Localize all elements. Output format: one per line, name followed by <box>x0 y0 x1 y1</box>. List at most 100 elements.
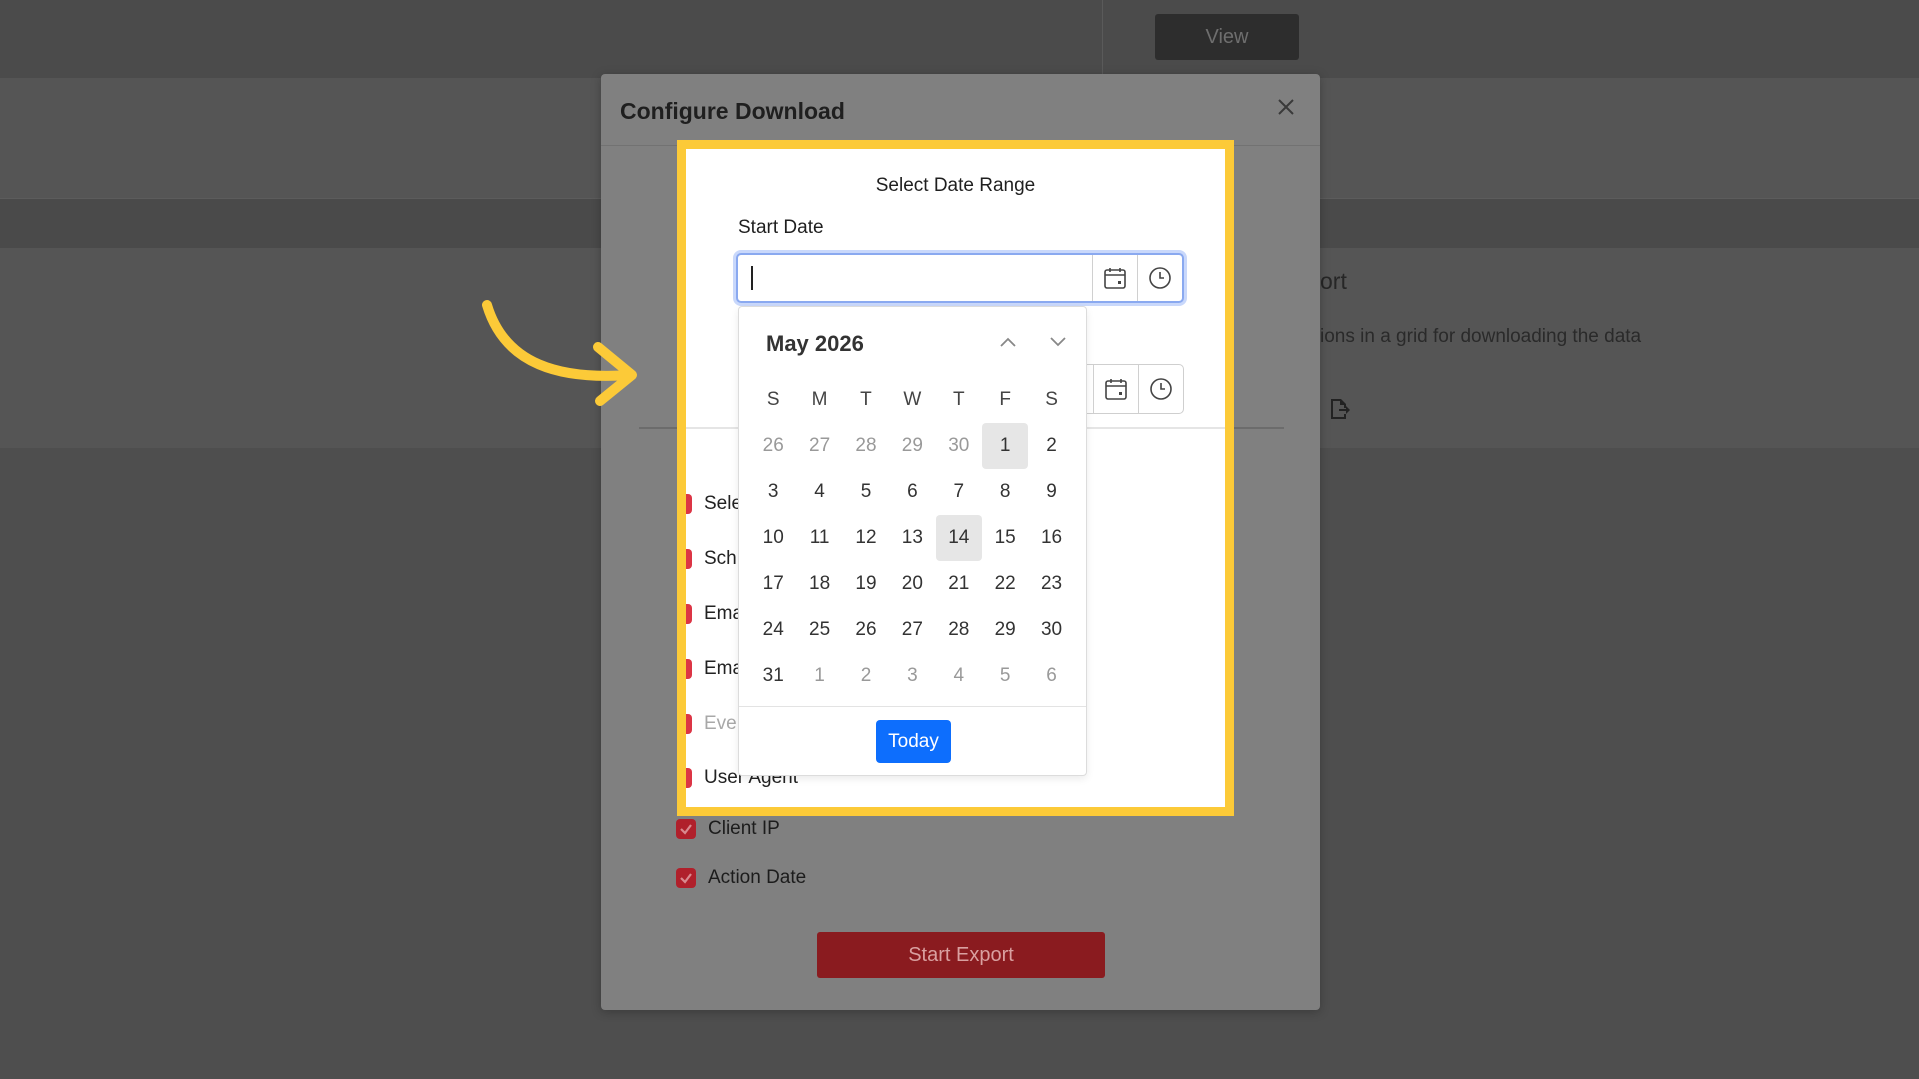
checkbox-checked-icon[interactable] <box>686 714 692 734</box>
calendar-day[interactable]: 27 <box>889 607 935 653</box>
calendar-button[interactable] <box>1092 255 1137 301</box>
calendar-day[interactable]: 2 <box>1028 423 1074 469</box>
calendar-day[interactable]: 11 <box>796 515 842 561</box>
calendar-day[interactable]: 13 <box>889 515 935 561</box>
calendar-day[interactable]: 10 <box>750 515 796 561</box>
checkbox-label: Client IP <box>708 818 780 839</box>
start-date-field[interactable] <box>736 253 1184 303</box>
checkbox-checked-icon[interactable] <box>686 549 692 569</box>
checkbox-checked-icon[interactable] <box>686 659 692 679</box>
calendar-day[interactable]: 6 <box>889 469 935 515</box>
checkbox-checked-icon[interactable] <box>676 868 696 888</box>
calendar-day[interactable]: 18 <box>796 561 842 607</box>
calendar-grid: S M T W T F S 26 27 28 29 30 1 2 3 4 5 6 7 8 9 10 11 12 1… <box>750 377 1075 699</box>
calendar-button[interactable] <box>1093 365 1138 413</box>
column-checkbox[interactable]: Sele <box>686 490 743 518</box>
checkbox-checked-icon[interactable] <box>686 604 692 624</box>
top-bar <box>0 0 1919 78</box>
calendar-day[interactable]: 7 <box>936 469 982 515</box>
calendar-day[interactable]: 14 <box>935 515 982 561</box>
calendar-day[interactable]: 3 <box>889 653 935 699</box>
calendar-day[interactable]: 23 <box>1028 561 1074 607</box>
weekday-label: M <box>811 389 828 410</box>
calendar-day[interactable]: 26 <box>843 607 889 653</box>
calendar-day[interactable]: 25 <box>796 607 842 653</box>
date-range-highlight: Select Date Range Start Date Sele Sch Em… <box>677 140 1234 816</box>
clock-icon <box>1150 378 1172 400</box>
calendar-day[interactable]: 24 <box>750 607 796 653</box>
column-checkbox-action-date[interactable]: Action Date <box>676 864 806 892</box>
file-export-icon[interactable] <box>1328 398 1350 420</box>
weekday-header-row: S M T W T F S <box>750 377 1075 423</box>
calendar-day[interactable]: 15 <box>982 515 1028 561</box>
export-card-title: ort <box>1320 268 1347 294</box>
calendar-day[interactable]: 5 <box>843 469 889 515</box>
calendar-day[interactable]: 29 <box>889 423 935 469</box>
calendar-day[interactable]: 3 <box>750 469 796 515</box>
calendar-day[interactable]: 12 <box>843 515 889 561</box>
calendar-day[interactable]: 28 <box>936 607 982 653</box>
time-button[interactable] <box>1137 255 1182 301</box>
weekday-label: T <box>860 389 872 410</box>
calendar-day[interactable]: 16 <box>1028 515 1074 561</box>
date-picker-calendar: May 2026 S M T W T F S 26 27 28 29 30 1 2 3 4 5 6 7… <box>738 306 1087 776</box>
calendar-day[interactable]: 4 <box>936 653 982 699</box>
calendar-day[interactable]: 1 <box>981 423 1029 469</box>
chevron-down-icon <box>1050 337 1066 347</box>
calendar-icon <box>1105 379 1127 400</box>
chevron-up-icon <box>1000 337 1016 347</box>
column-checkbox[interactable]: Sch <box>686 545 737 573</box>
checkbox-checked-icon[interactable] <box>676 819 696 839</box>
time-button[interactable] <box>1138 365 1183 413</box>
checkbox-label: Action Date <box>708 867 807 888</box>
calendar-day[interactable]: 21 <box>936 561 982 607</box>
column-checkbox[interactable]: Ema <box>686 655 743 683</box>
calendar-day[interactable]: 4 <box>796 469 842 515</box>
checkbox-checked-icon[interactable] <box>686 768 692 788</box>
calendar-week-row: 3456789 <box>750 469 1075 515</box>
date-range-title: Select Date Range <box>875 175 1036 196</box>
calendar-day[interactable]: 20 <box>889 561 935 607</box>
calendar-month-label: May 2026 <box>766 331 864 356</box>
weekday-label: S <box>766 389 780 410</box>
calendar-week-row: 24 25 26 27 28 29 30 <box>750 607 1075 653</box>
previous-month-button[interactable] <box>995 329 1021 355</box>
checkbox-checked-icon[interactable] <box>686 494 692 514</box>
today-button[interactable]: Today <box>876 720 951 763</box>
calendar-day[interactable]: 8 <box>982 469 1028 515</box>
column-checkbox[interactable]: Ema <box>686 600 743 628</box>
calendar-day[interactable]: 6 <box>1028 653 1074 699</box>
calendar-day[interactable]: 30 <box>1028 607 1074 653</box>
calendar-footer-divider <box>739 706 1086 707</box>
calendar-day[interactable]: 9 <box>1028 469 1074 515</box>
calendar-day[interactable]: 29 <box>982 607 1028 653</box>
calendar-icon <box>1104 268 1126 289</box>
calendar-day[interactable]: 19 <box>843 561 889 607</box>
annotation-arrow-icon <box>482 300 637 406</box>
weekday-label: W <box>903 389 922 410</box>
column-checkbox[interactable]: Eve <box>686 710 737 738</box>
calendar-day[interactable]: 17 <box>750 561 796 607</box>
calendar-day[interactable]: 31 <box>750 653 796 699</box>
start-date-input[interactable] <box>738 255 1092 301</box>
calendar-weeks: 26 27 28 29 30 1 2 3 4 5 6 7 8 9 10 11 12 13 14 15 16 17 18 19 2… <box>750 423 1075 699</box>
column-checkbox-client-ip[interactable]: Client IP <box>676 815 780 843</box>
checkbox-label: Sele <box>704 493 743 514</box>
calendar-day[interactable]: 1 <box>796 653 842 699</box>
weekday-label: F <box>999 389 1011 410</box>
calendar-day[interactable]: 28 <box>843 423 889 469</box>
calendar-day[interactable]: 26 <box>750 423 796 469</box>
text-caret <box>751 266 753 290</box>
view-button[interactable]: View <box>1155 14 1299 60</box>
calendar-day[interactable]: 22 <box>982 561 1028 607</box>
start-export-button[interactable]: Start Export <box>817 932 1105 978</box>
modal-title: Configure Download <box>620 98 845 124</box>
calendar-day[interactable]: 30 <box>936 423 982 469</box>
calendar-day[interactable]: 2 <box>843 653 889 699</box>
next-month-button[interactable] <box>1045 329 1071 355</box>
calendar-day[interactable]: 27 <box>796 423 842 469</box>
calendar-day[interactable]: 5 <box>982 653 1028 699</box>
close-icon[interactable] <box>1271 92 1301 122</box>
export-card-description: ions in a grid for downloading the data <box>1320 326 1642 347</box>
weekday-label: S <box>1045 389 1058 410</box>
